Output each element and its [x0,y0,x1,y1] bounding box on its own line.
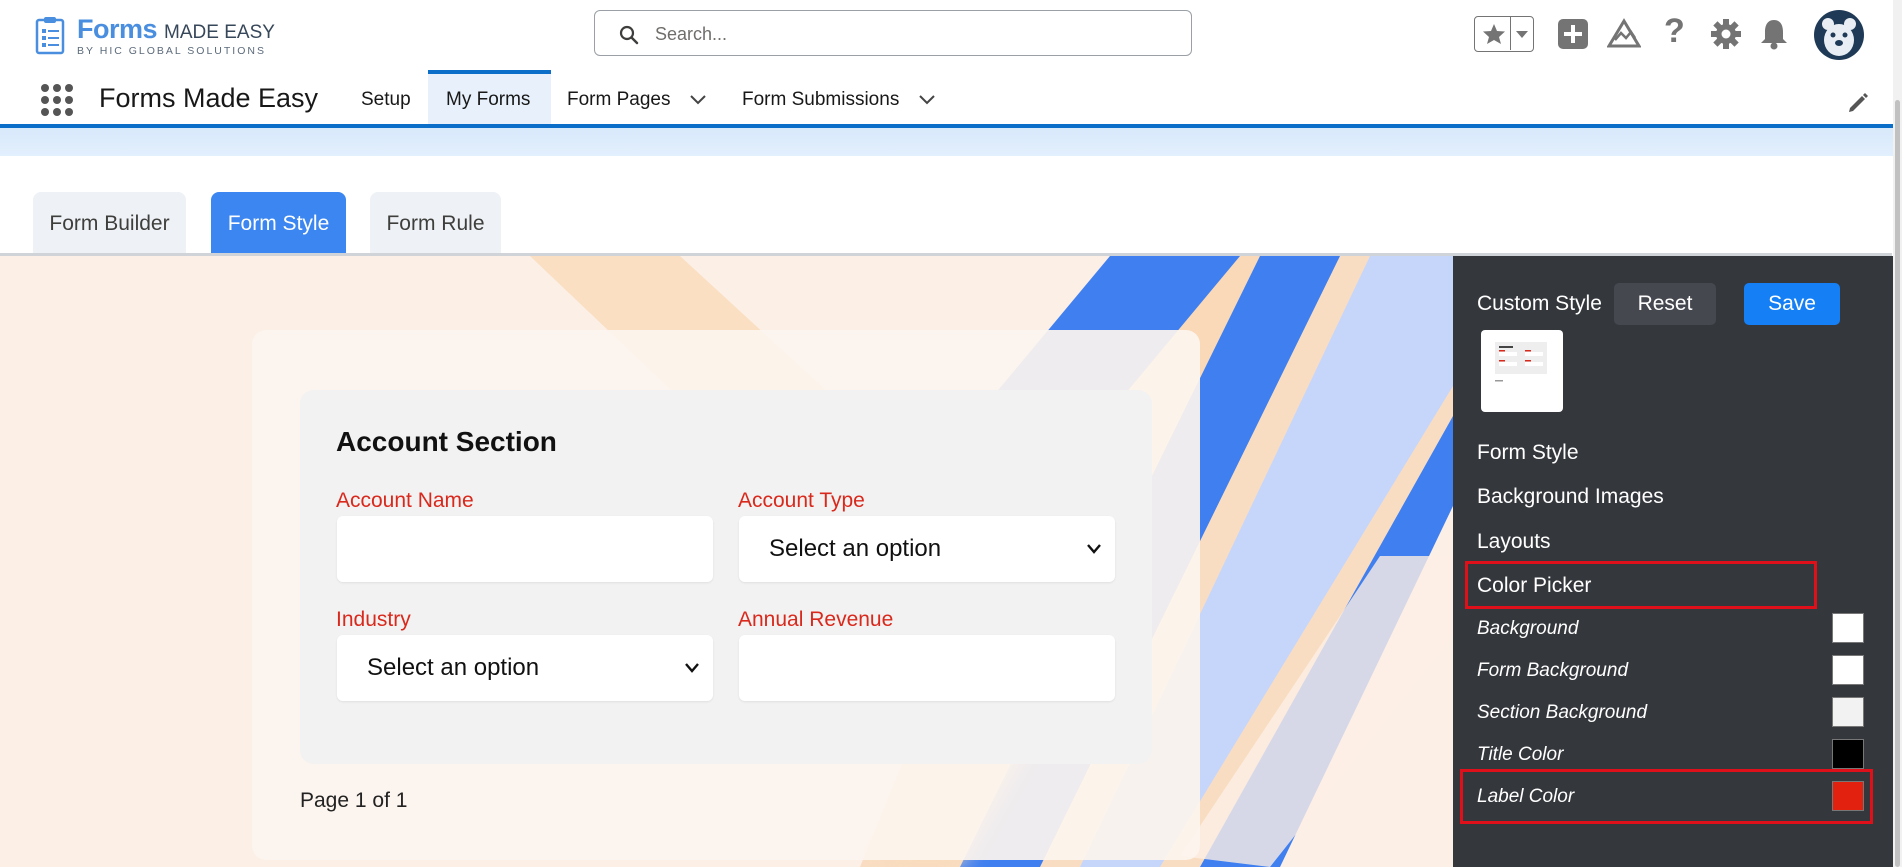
menu-layouts[interactable]: Layouts [1477,530,1551,554]
menu-background-images[interactable]: Background Images [1477,485,1664,509]
gear-icon[interactable] [1710,18,1742,50]
field-label-account-name: Account Name [336,489,474,512]
nav-item-label: My Forms [446,89,531,110]
help-icon[interactable]: ? [1664,12,1685,51]
color-label-section-background: Section Background [1477,702,1648,723]
menu-form-style[interactable]: Form Style [1477,441,1579,465]
plus-icon[interactable] [1557,18,1589,50]
color-label-title-color: Title Color [1477,744,1564,765]
chevron-down-icon[interactable] [690,95,706,105]
nav-item-form-pages[interactable]: Form Pages [549,70,724,124]
style-thumbnail[interactable] [1481,330,1563,412]
logo-tagline: BY HIC GLOBAL SOLUTIONS [77,45,266,57]
section-title: Account Section [336,426,557,457]
swatch-background[interactable] [1832,613,1864,643]
chevron-down-icon[interactable] [918,95,935,105]
account-name-input[interactable] [337,516,713,582]
nav-item-form-submissions[interactable]: Form Submissions [724,70,953,124]
nav-item-label: Form Pages [567,89,671,110]
trailhead-icon[interactable] [1607,18,1641,50]
nav-item-setup[interactable]: Setup [343,70,429,124]
pencil-icon[interactable] [1847,92,1869,114]
chevron-down-icon [685,663,699,673]
avatar[interactable] [1814,10,1864,60]
swatch-section-background[interactable] [1832,697,1864,727]
menu-color-picker[interactable]: Color Picker [1477,574,1591,598]
annual-revenue-input[interactable] [739,635,1115,701]
scrollbar-thumb[interactable] [1895,100,1900,867]
tab-form-rule[interactable]: Form Rule [370,192,501,254]
app-launcher-icon[interactable] [40,83,74,117]
swatch-label-color[interactable] [1832,781,1864,811]
logo-wordmark: Forms MADE EASY [77,14,275,44]
global-search[interactable] [594,10,1192,56]
swatch-title-color[interactable] [1832,739,1864,769]
tab-form-style[interactable]: Form Style [211,192,346,254]
account-type-select[interactable]: Select an option [739,516,1115,582]
swatch-form-background[interactable] [1832,655,1864,685]
logo-icon [35,17,65,55]
industry-select[interactable]: Select an option [337,635,713,701]
app-name: Forms Made Easy [99,83,319,113]
color-label-background: Background [1477,618,1579,639]
search-icon [619,25,639,45]
chevron-down-icon[interactable] [1515,30,1529,39]
page-indicator: Page 1 of 1 [300,789,408,812]
select-value: Select an option [367,654,540,681]
search-input[interactable] [653,19,1177,49]
color-label-form-background: Form Background [1477,660,1629,681]
color-label-label-color: Label Color [1477,786,1575,807]
reset-button[interactable]: Reset [1614,283,1716,325]
panel-title: Custom Style [1477,292,1602,315]
nav-item-label: Setup [361,89,411,110]
bell-icon[interactable] [1759,17,1789,51]
save-button[interactable]: Save [1744,283,1840,325]
nav-item-my-forms[interactable]: My Forms [428,70,551,124]
field-label-annual-revenue: Annual Revenue [738,608,894,631]
field-label-industry: Industry [336,608,411,631]
star-icon [1483,24,1505,44]
select-value: Select an option [769,535,942,562]
chevron-down-icon [1087,544,1101,554]
tab-form-builder[interactable]: Form Builder [33,192,186,254]
favorites-button[interactable] [1474,16,1534,52]
nav-item-label: Form Submissions [742,89,900,110]
field-label-account-type: Account Type [738,489,865,512]
form-thumbnail-image [1495,342,1547,382]
page-header-strip [0,128,1894,156]
